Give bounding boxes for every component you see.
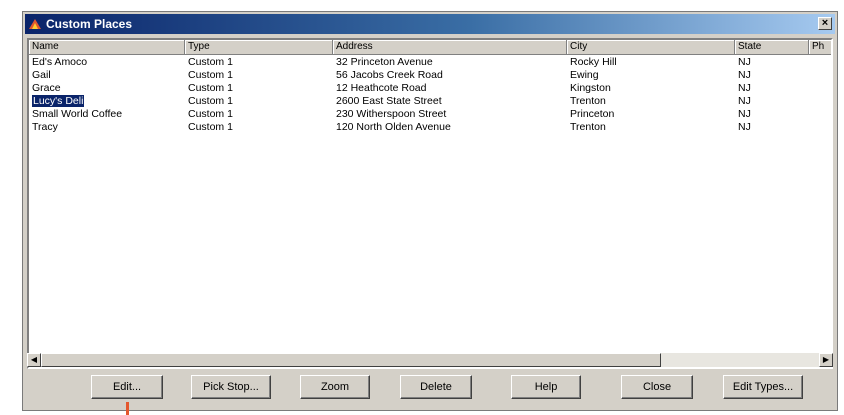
list-row[interactable]: Tracy Custom 1 120 North Olden Avenue Tr… xyxy=(29,121,831,134)
cell-type: Custom 1 xyxy=(188,95,233,107)
column-header-name[interactable]: Name xyxy=(29,40,185,55)
list-row-selected[interactable]: Lucy's Deli Custom 1 2600 East State Str… xyxy=(29,95,831,108)
cell-state: NJ xyxy=(738,56,751,68)
cell-type: Custom 1 xyxy=(188,56,233,68)
cell-name: Tracy xyxy=(32,121,58,133)
column-header-state[interactable]: State xyxy=(735,40,809,55)
window-title: Custom Places xyxy=(46,17,133,31)
column-header-phone[interactable]: Ph xyxy=(809,40,831,55)
help-button[interactable]: Help xyxy=(511,375,581,399)
scroll-right-button[interactable]: ▶ xyxy=(819,353,833,367)
close-window-button[interactable]: × xyxy=(818,17,832,30)
cell-city: Trenton xyxy=(570,95,606,107)
title-bar[interactable]: Custom Places × xyxy=(25,14,835,34)
cell-address: 120 North Olden Avenue xyxy=(336,121,451,133)
delete-button[interactable]: Delete xyxy=(400,375,472,399)
cell-city: Princeton xyxy=(570,108,615,120)
edit-button[interactable]: Edit... xyxy=(91,375,163,399)
cell-address: 2600 East State Street xyxy=(336,95,442,107)
cell-city: Kingston xyxy=(570,82,611,94)
cell-address: 32 Princeton Avenue xyxy=(336,56,433,68)
arrow-right-icon: ▶ xyxy=(822,355,830,364)
zoom-button[interactable]: Zoom xyxy=(300,375,370,399)
cell-type: Custom 1 xyxy=(188,121,233,133)
cell-city: Ewing xyxy=(570,69,599,81)
cell-state: NJ xyxy=(738,95,751,107)
cell-address: 230 Witherspoon Street xyxy=(336,108,447,120)
custom-places-dialog: Custom Places × Name Type Address City S… xyxy=(22,11,838,411)
list-rows: Ed's Amoco Custom 1 32 Princeton Avenue … xyxy=(29,56,831,134)
cell-address: 56 Jacobs Creek Road xyxy=(336,69,443,81)
app-logo-icon xyxy=(29,19,41,29)
cell-state: NJ xyxy=(738,69,751,81)
list-row[interactable]: Grace Custom 1 12 Heathcote Road Kingsto… xyxy=(29,82,831,95)
cell-address: 12 Heathcote Road xyxy=(336,82,427,94)
scroll-left-button[interactable]: ◀ xyxy=(27,353,41,367)
cell-name: Gail xyxy=(32,69,51,81)
button-bar: Edit... Pick Stop... Zoom Delete Help Cl… xyxy=(23,372,837,404)
list-row[interactable]: Gail Custom 1 56 Jacobs Creek Road Ewing… xyxy=(29,69,831,82)
cell-type: Custom 1 xyxy=(188,108,233,120)
cell-name: Small World Coffee xyxy=(32,108,123,120)
scroll-thumb[interactable] xyxy=(41,353,661,367)
column-header-city[interactable]: City xyxy=(567,40,735,55)
cell-name: Grace xyxy=(32,82,61,94)
column-header-type[interactable]: Type xyxy=(185,40,333,55)
horizontal-scrollbar[interactable]: ◀ ▶ xyxy=(27,353,833,367)
edit-types-button[interactable]: Edit Types... xyxy=(723,375,803,399)
list-header: Name Type Address City State Ph xyxy=(29,40,831,55)
selected-name: Lucy's Deli xyxy=(30,95,86,108)
list-row[interactable]: Small World Coffee Custom 1 230 Withersp… xyxy=(29,108,831,121)
close-button[interactable]: Close xyxy=(621,375,693,399)
cell-type: Custom 1 xyxy=(188,82,233,94)
arrow-left-icon: ◀ xyxy=(30,355,38,364)
cell-name: Lucy's Deli xyxy=(29,95,185,108)
cell-city: Rocky Hill xyxy=(570,56,617,68)
cell-type: Custom 1 xyxy=(188,69,233,81)
places-list[interactable]: Name Type Address City State Ph Ed's Amo… xyxy=(27,38,833,369)
callout-pointer xyxy=(126,402,129,415)
column-header-address[interactable]: Address xyxy=(333,40,567,55)
cell-name: Ed's Amoco xyxy=(32,56,88,68)
cell-city: Trenton xyxy=(570,121,606,133)
list-row[interactable]: Ed's Amoco Custom 1 32 Princeton Avenue … xyxy=(29,56,831,69)
pick-stop-button[interactable]: Pick Stop... xyxy=(191,375,271,399)
cell-state: NJ xyxy=(738,82,751,94)
close-icon: × xyxy=(821,17,829,29)
cell-state: NJ xyxy=(738,108,751,120)
cell-state: NJ xyxy=(738,121,751,133)
